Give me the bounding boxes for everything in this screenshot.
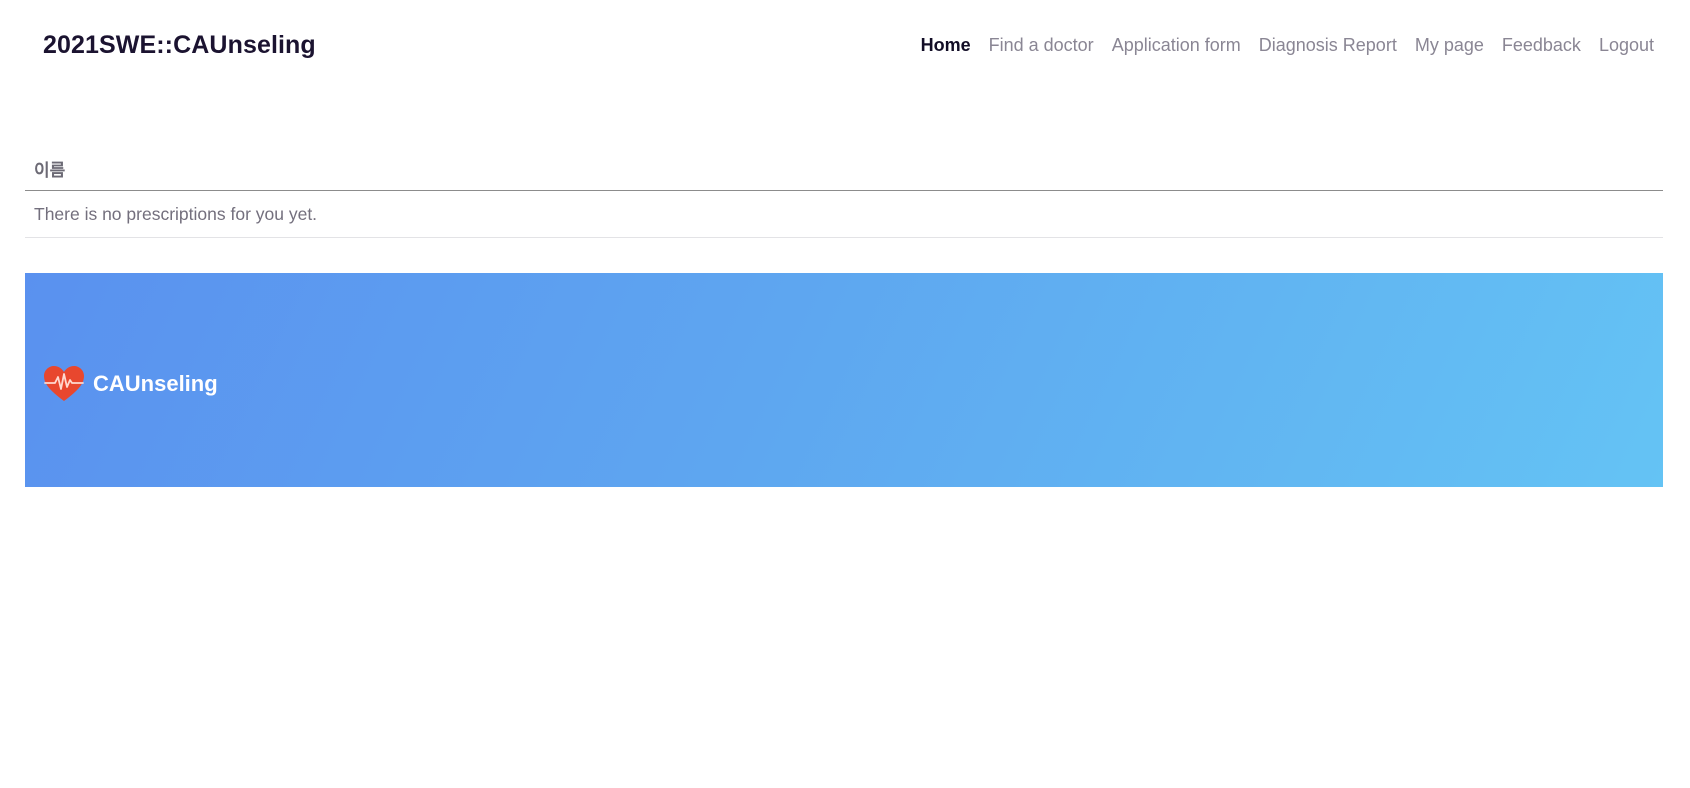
nav-logout[interactable]: Logout xyxy=(1599,35,1654,56)
heart-pulse-icon xyxy=(44,366,84,401)
footer-banner: CAUnseling xyxy=(25,273,1663,487)
page: 2021SWE::CAUnseling Home Find a doctor A… xyxy=(0,0,1690,788)
nav-diagnosis-report[interactable]: Diagnosis Report xyxy=(1259,35,1397,56)
navbar: 2021SWE::CAUnseling Home Find a doctor A… xyxy=(0,0,1690,96)
table-row: There is no prescriptions for you yet. xyxy=(25,191,1663,238)
footer-brand-link[interactable]: CAUnseling xyxy=(43,365,218,403)
nav-feedback[interactable]: Feedback xyxy=(1502,35,1581,56)
footer-brand-text: CAUnseling xyxy=(93,371,218,396)
table-header-row: 이름 xyxy=(25,147,1663,191)
nav-application-form[interactable]: Application form xyxy=(1112,35,1241,56)
column-header-name: 이름 xyxy=(34,161,66,181)
nav-find-a-doctor[interactable]: Find a doctor xyxy=(989,35,1094,56)
prescriptions-table: 이름 There is no prescriptions for you yet… xyxy=(25,147,1663,238)
nav-links: Home Find a doctor Application form Diag… xyxy=(921,35,1654,56)
empty-message: There is no prescriptions for you yet. xyxy=(34,203,318,224)
brand-link[interactable]: 2021SWE::CAUnseling xyxy=(43,31,316,60)
nav-home[interactable]: Home xyxy=(921,35,971,56)
nav-my-page[interactable]: My page xyxy=(1415,35,1484,56)
